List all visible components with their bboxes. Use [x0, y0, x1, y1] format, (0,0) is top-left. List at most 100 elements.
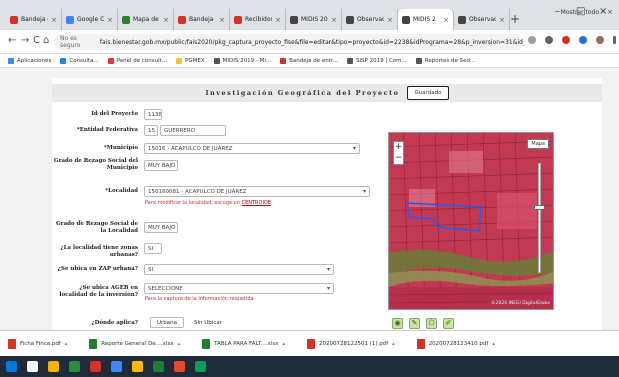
- locality-select[interactable]: 150160081 - ACAPULCO DE JUÁREZ: [144, 186, 370, 197]
- bookmark-favicon-icon: [346, 57, 353, 64]
- browser-tab[interactable]: Observac ×: [342, 9, 398, 30]
- bookmark-item[interactable]: Bandeja de entr...: [280, 57, 338, 64]
- project-id-label: Id del Proyecto: [91, 111, 138, 117]
- bookmark-item[interactable]: SISP 2019 | Com...: [346, 57, 407, 64]
- back-icon[interactable]: ←: [8, 36, 16, 46]
- chevron-up-icon[interactable]: ▴: [178, 341, 181, 347]
- download-filename: 20200728122501 (1).pdf: [318, 340, 389, 347]
- star-icon[interactable]: [528, 36, 536, 44]
- file-icon: [8, 338, 16, 349]
- bookmark-label: PGMEX: [185, 57, 205, 64]
- extension-icon[interactable]: [562, 36, 570, 44]
- satellite-map[interactable]: + − Mapa ©2020 INEGI DigitalGlobe: [388, 132, 554, 310]
- forward-icon[interactable]: →: [21, 36, 29, 46]
- close-downloads-button[interactable]: ×: [607, 8, 613, 16]
- taskbar-app-icon[interactable]: [6, 361, 17, 372]
- menu-icon[interactable]: [613, 36, 616, 44]
- municipality-select[interactable]: 15016 - ACAPULCO DE JUÁREZ: [144, 143, 360, 154]
- zoom-slider[interactable]: [538, 163, 541, 273]
- bookmark-favicon-icon: [8, 57, 14, 64]
- browser-tab[interactable]: Observac ×: [454, 9, 510, 30]
- browser-tab[interactable]: Mapa de ×: [118, 9, 174, 30]
- tab-close-icon[interactable]: ×: [51, 16, 57, 24]
- profile-avatar[interactable]: [596, 36, 604, 44]
- edit-tool-icon[interactable]: ✐: [443, 318, 454, 329]
- browser-tab[interactable]: Recibidos ×: [230, 9, 286, 30]
- tab-close-icon[interactable]: ×: [387, 16, 393, 24]
- home-icon[interactable]: ⌂: [43, 36, 49, 46]
- taskbar-app-icon[interactable]: [90, 361, 101, 372]
- zap-select[interactable]: SI: [144, 264, 334, 275]
- bookmark-item[interactable]: MIDIS 2019 - Mi...: [213, 57, 271, 64]
- chevron-up-icon[interactable]: ▴: [65, 341, 68, 347]
- url-input[interactable]: No es seguro fais.bienestar.gob.mx/publi…: [54, 34, 524, 50]
- bookmark-label: Bandeja de entr...: [289, 57, 338, 64]
- line-tool-icon[interactable]: ✎: [409, 318, 420, 329]
- chevron-up-icon[interactable]: ▴: [492, 341, 495, 347]
- taskbar-app-icon[interactable]: [69, 361, 80, 372]
- taskbar-app-icon[interactable]: [174, 361, 185, 372]
- browser-tab[interactable]: Bandeja de×: [6, 9, 62, 30]
- download-item[interactable]: TABLA PARA FALT....xlsx ▴: [202, 338, 285, 349]
- tab-label: Recibidos: [245, 16, 273, 23]
- bookmark-item[interactable]: Panel de consult...: [107, 57, 167, 64]
- tab-close-icon[interactable]: ×: [499, 16, 505, 24]
- download-item[interactable]: 20200728123410.pdf ▴: [416, 338, 495, 349]
- bookmark-favicon-icon: [415, 57, 422, 64]
- unlocated-option[interactable]: Sin Ubicar: [188, 317, 228, 328]
- reload-icon[interactable]: C: [33, 36, 40, 46]
- taskbar-app-icon[interactable]: [48, 361, 59, 372]
- tab-close-icon[interactable]: ×: [219, 16, 225, 24]
- tab-favicon-icon: [66, 15, 74, 24]
- extension-icon[interactable]: [579, 36, 587, 44]
- tab-close-icon[interactable]: ×: [275, 16, 281, 24]
- zoom-slider-handle[interactable]: [534, 205, 545, 210]
- taskbar-app-icon[interactable]: [153, 361, 164, 372]
- urban-zone-label: ¿La localidad tiene zonas urbanas?: [60, 245, 138, 258]
- urban-option[interactable]: Urbana: [150, 317, 185, 328]
- url-text: fais.bienestar.gob.mx/public/fais2020/pk…: [99, 38, 524, 46]
- download-item[interactable]: Reporte General De....xlsx ▴: [89, 338, 181, 349]
- chevron-up-icon[interactable]: ▴: [282, 341, 285, 347]
- chevron-up-icon[interactable]: ▴: [392, 341, 395, 347]
- bookmark-item[interactable]: Reportes de Sed...: [415, 57, 475, 64]
- taskbar-app-icon[interactable]: [27, 361, 38, 372]
- close-window-button[interactable]: ×: [599, 6, 607, 17]
- zoom-in-button[interactable]: +: [395, 142, 403, 153]
- tab-close-icon[interactable]: ×: [331, 16, 337, 24]
- polygon-tool-icon[interactable]: ⬠: [426, 318, 437, 329]
- centroid-link[interactable]: CENTROIDE: [242, 200, 271, 206]
- tab-close-icon[interactable]: ×: [163, 16, 169, 24]
- pin-tool-icon[interactable]: ◉: [392, 318, 403, 329]
- bookmark-label: SISP 2019 | Com...: [355, 57, 407, 64]
- taskbar-app-icon[interactable]: [132, 361, 143, 372]
- saved-button[interactable]: Guardado: [407, 86, 449, 100]
- browser-tab[interactable]: MIDIS 201×: [286, 9, 342, 30]
- tab-favicon-icon: [178, 15, 186, 24]
- new-tab-button[interactable]: +: [510, 13, 520, 25]
- browser-tab[interactable]: Bandeja ×: [174, 9, 230, 30]
- minimize-button[interactable]: –: [555, 6, 560, 17]
- show-all-downloads-button[interactable]: Mostrar todo: [561, 9, 599, 16]
- tab-close-icon[interactable]: ×: [107, 16, 113, 24]
- municipality-lag-field: MUY BAJO: [144, 160, 178, 171]
- tab-favicon-icon: [290, 15, 298, 24]
- bookmark-item[interactable]: Consulta...: [60, 57, 99, 64]
- ageb-note: Para la captura de la información requer…: [145, 296, 254, 302]
- bookmark-item[interactable]: Aplicaciones: [8, 57, 51, 64]
- taskbar-app-icon[interactable]: [111, 361, 122, 372]
- tab-close-icon[interactable]: ×: [443, 16, 449, 24]
- taskbar-app-icon[interactable]: [195, 361, 206, 372]
- zap-label: ¿Se ubica en ZAP urbana?: [57, 266, 138, 272]
- ageb-select[interactable]: SELECCIONE: [144, 283, 334, 294]
- download-item[interactable]: 20200728122501 (1).pdf ▴: [306, 338, 395, 349]
- download-item[interactable]: Ficha Finca.pdf ▴: [8, 338, 68, 349]
- map-layer-button[interactable]: Mapa: [527, 139, 549, 149]
- map-tools: ◉ ✎ ⬠ ✐: [392, 318, 454, 329]
- bookmark-item[interactable]: PGMEX: [176, 57, 205, 64]
- browser-tab[interactable]: Google C ×: [62, 9, 118, 30]
- browser-tab[interactable]: MIDIS 2 ×: [398, 9, 454, 30]
- zoom-out-button[interactable]: −: [395, 153, 403, 164]
- extension-icon[interactable]: [545, 36, 553, 44]
- security-indicator[interactable]: No es seguro: [60, 35, 96, 49]
